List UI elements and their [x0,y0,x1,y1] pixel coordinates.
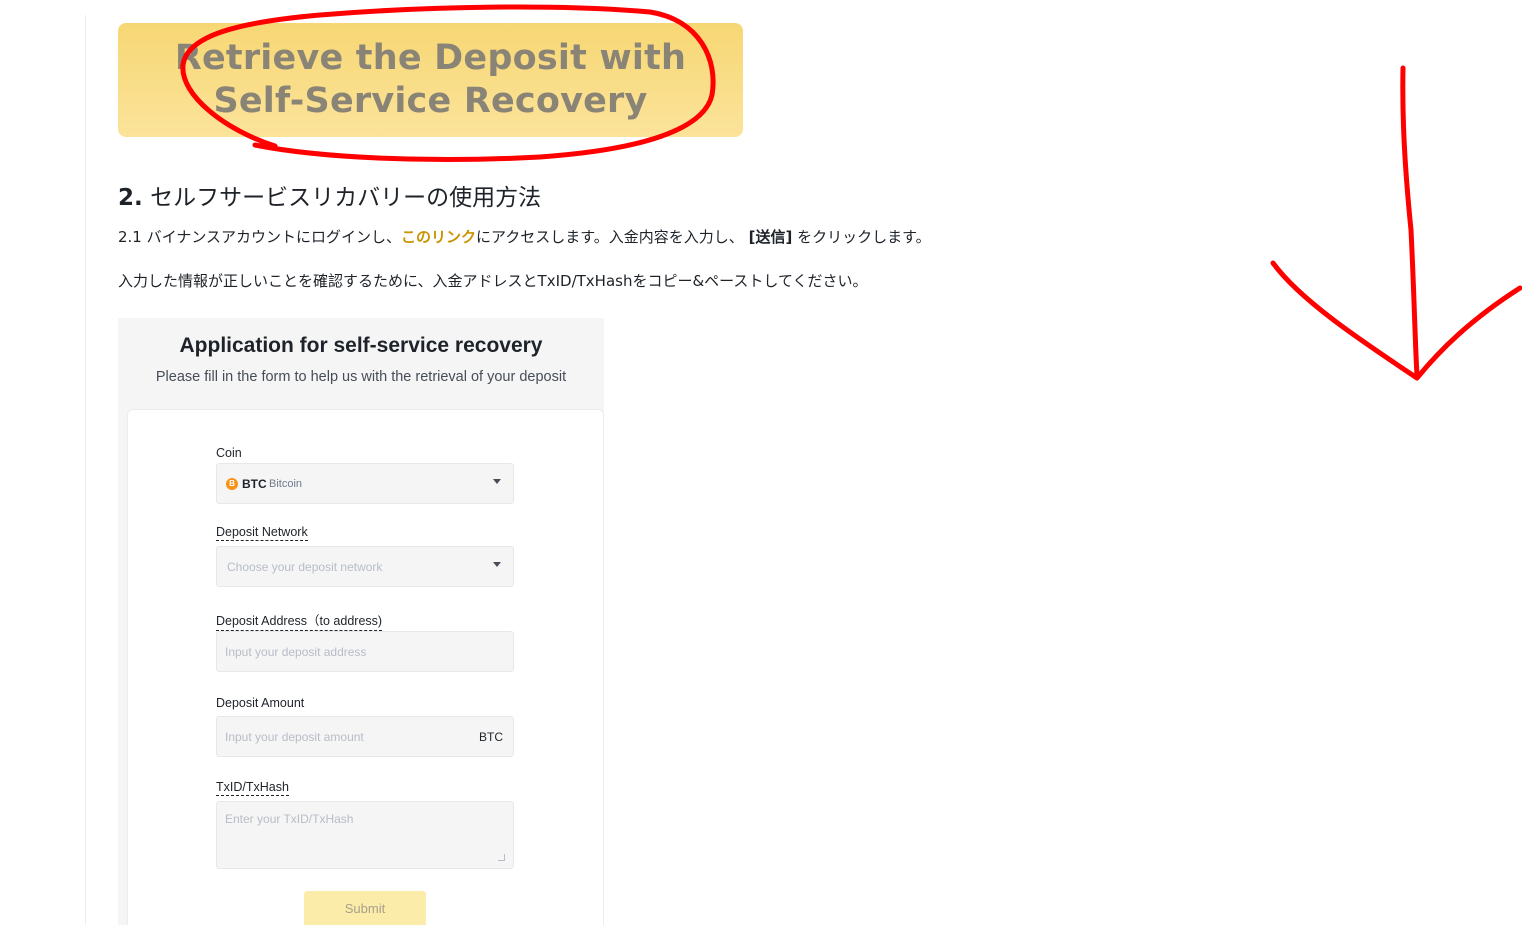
recovery-link[interactable]: このリンク [401,228,476,246]
deposit-network-select[interactable]: Choose your deposit network [216,546,514,587]
deposit-address-input[interactable]: Input your deposit address [216,631,514,672]
form-subtitle: Please fill in the form to help us with … [155,369,567,385]
deposit-amount-input[interactable]: Input your deposit amount BTC [216,716,514,757]
coin-label: Coin [216,446,242,460]
section-title: セルフサービスリカバリーの使用方法 [150,185,542,211]
txid-textarea[interactable]: Enter your TxID/TxHash [216,801,514,869]
deposit-amount-label: Deposit Amount [216,696,305,710]
deposit-network-placeholder: Choose your deposit network [227,560,383,574]
resize-handle-icon[interactable] [498,854,505,861]
para1-prefix: 2.1 バイナンスアカウントにログインし、 [118,228,402,246]
chevron-down-icon [493,479,501,484]
deposit-amount-placeholder: Input your deposit amount [225,730,364,744]
banner-title: Retrieve the Deposit with Self-Service R… [175,37,686,123]
txid-placeholder: Enter your TxID/TxHash [225,812,354,826]
chevron-down-icon [493,562,501,567]
banner-line-2: Self-Service Recovery [213,81,648,121]
section-heading: 2. セルフサービスリカバリーの使用方法 [118,178,541,212]
para1-middle: にアクセスします。入金内容を入力し、 [476,228,744,246]
recovery-form-screenshot: Application for self-service recovery Pl… [118,318,604,925]
coin-select[interactable]: B BTC Bitcoin [216,463,514,504]
txid-label: TxID/TxHash [216,780,289,796]
content-left-border [85,15,86,925]
banner-line-1: Retrieve the Deposit with [174,38,687,78]
section-number: 2. [118,185,143,211]
bitcoin-icon: B [226,478,238,490]
form-title: Application for self-service recovery [179,334,543,357]
recovery-banner[interactable]: Retrieve the Deposit with Self-Service R… [118,23,743,137]
red-arrow-shaft [1400,65,1420,379]
instruction-paragraph-1: 2.1 バイナンスアカウントにログインし、このリンクにアクセスします。入金内容を… [118,226,931,247]
deposit-address-label: Deposit Address（to address) [216,610,383,631]
submit-button[interactable]: Submit [304,891,426,925]
red-arrow-head [1270,260,1522,381]
deposit-network-label: Deposit Network [216,525,308,541]
form-card: Coin B BTC Bitcoin Deposit Network Choos… [127,409,604,925]
para1-suffix: をクリックします。 [797,228,931,246]
coin-name: Bitcoin [269,478,303,490]
submit-keyword: [送信] [748,228,793,246]
coin-symbol: BTC [242,477,267,491]
instruction-paragraph-2: 入力した情報が正しいことを確認するために、入金アドレスとTxID/TxHashを… [118,272,868,290]
deposit-amount-unit: BTC [479,730,503,744]
deposit-address-placeholder: Input your deposit address [225,645,367,659]
